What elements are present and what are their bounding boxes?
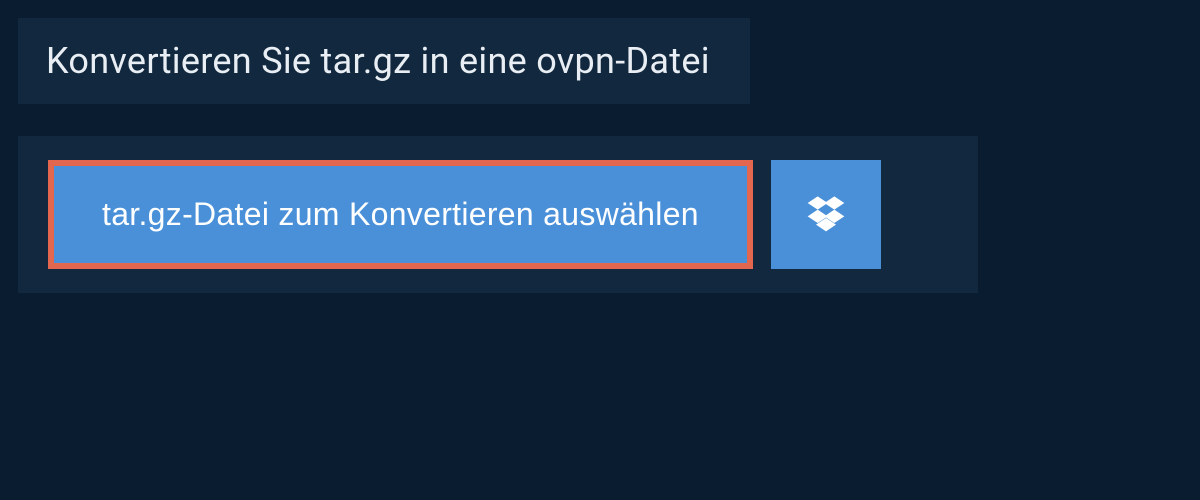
page-title: Konvertieren Sie tar.gz in eine ovpn-Dat… bbox=[46, 40, 710, 82]
select-file-button[interactable]: tar.gz-Datei zum Konvertieren auswählen bbox=[48, 160, 753, 269]
upload-panel: tar.gz-Datei zum Konvertieren auswählen bbox=[18, 136, 978, 293]
select-file-label: tar.gz-Datei zum Konvertieren auswählen bbox=[102, 196, 699, 233]
dropbox-icon bbox=[806, 193, 846, 236]
dropbox-button[interactable] bbox=[771, 160, 881, 269]
page-header: Konvertieren Sie tar.gz in eine ovpn-Dat… bbox=[18, 18, 750, 104]
